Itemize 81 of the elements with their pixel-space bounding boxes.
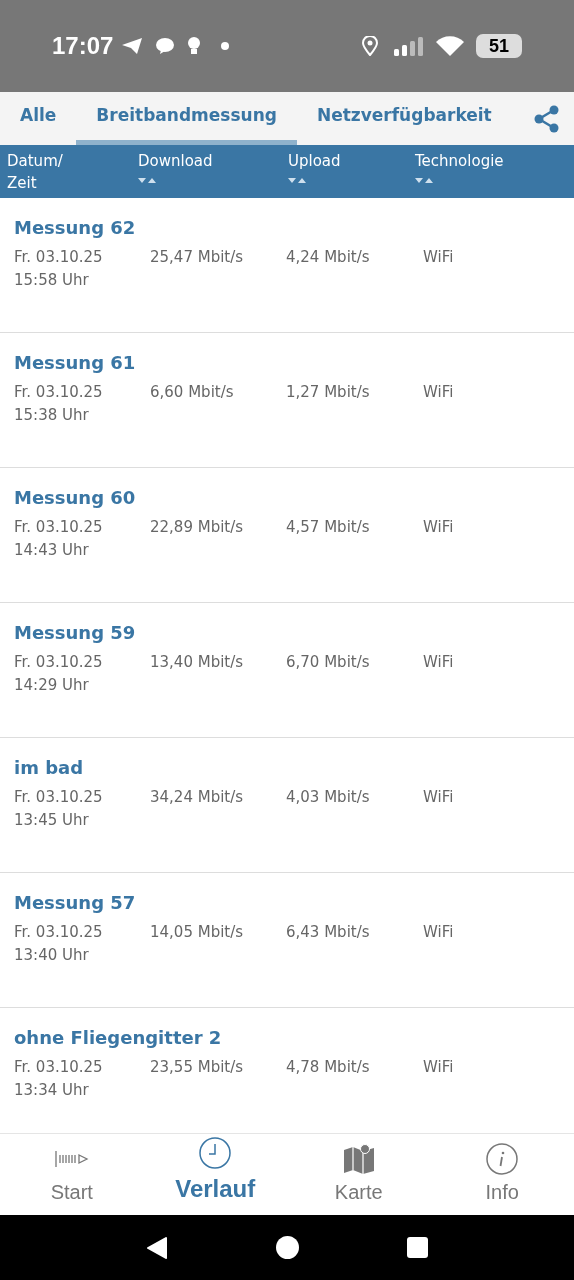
speed-scale-icon <box>54 1150 89 1168</box>
download-speed: 34,24 Mbit/s <box>150 787 244 808</box>
measurement-row[interactable]: Messung 59 Fr. 03.10.25 14:29 Uhr 13,40 Mbit/s 6,70 Mbit/s WiFi <box>0 603 574 738</box>
clock-icon <box>199 1137 232 1169</box>
info-icon <box>486 1143 519 1175</box>
measurement-row[interactable]: Messung 57 Fr. 03.10.25 13:40 Uhr 14,05 Mbit/s 6,43 Mbit/s WiFi <box>0 873 574 1008</box>
nav-label: Verlauf <box>175 1174 256 1204</box>
download-speed: 25,47 Mbit/s <box>150 247 244 268</box>
upload-speed: 4,24 Mbit/s <box>286 247 370 268</box>
share-icon[interactable] <box>534 105 560 133</box>
measurement-title: im bad <box>14 756 84 780</box>
date-text: Fr. 03.10.25 <box>14 247 103 268</box>
battery-indicator: 51 <box>476 34 522 58</box>
measurement-row[interactable]: Messung 60 Fr. 03.10.25 14:43 Uhr 22,89 Mbit/s 4,57 Mbit/s WiFi <box>0 468 574 603</box>
paper-plane-icon <box>121 37 144 55</box>
home-icon[interactable] <box>276 1236 299 1259</box>
time-text: 13:34 Uhr <box>14 1080 89 1101</box>
time-text: 15:38 Uhr <box>14 405 89 426</box>
nav-label: Karte <box>334 1180 383 1205</box>
map-icon <box>342 1144 375 1174</box>
nav-label: Info <box>485 1180 519 1205</box>
time-text: 15:58 Uhr <box>14 270 89 291</box>
measurement-title: Messung 62 <box>14 216 136 240</box>
time-text: 14:43 Uhr <box>14 540 89 561</box>
signal-icon <box>394 36 424 56</box>
sort-icon[interactable] <box>288 176 308 184</box>
tab[interactable]: Netzverfügbarkeit <box>296 92 512 145</box>
measurement-title: Messung 57 <box>14 891 136 915</box>
measurement-title: Messung 61 <box>14 351 136 375</box>
download-speed: 22,89 Mbit/s <box>150 517 244 538</box>
recents-icon[interactable] <box>407 1237 428 1258</box>
chat-bubble-icon <box>155 37 176 55</box>
download-speed: 13,40 Mbit/s <box>150 652 244 673</box>
column-heading[interactable]: Download <box>138 150 213 172</box>
back-icon[interactable] <box>146 1235 168 1260</box>
nav-tab[interactable]: Start <box>0 1134 144 1215</box>
date-text: Fr. 03.10.25 <box>14 787 103 808</box>
date-text: Fr. 03.10.25 <box>14 652 103 673</box>
upload-speed: 6,70 Mbit/s <box>286 652 370 673</box>
time-text: 13:45 Uhr <box>14 810 89 831</box>
date-text: Fr. 03.10.25 <box>14 922 103 943</box>
time-text: 13:40 Uhr <box>14 945 89 966</box>
nav-label: Start <box>50 1180 93 1205</box>
wifi-icon <box>436 36 464 56</box>
download-speed: 23,55 Mbit/s <box>150 1057 244 1078</box>
upload-speed: 4,03 Mbit/s <box>286 787 370 808</box>
technology-text: WiFi <box>423 247 454 268</box>
technology-text: WiFi <box>423 382 454 403</box>
sort-icon[interactable] <box>415 176 435 184</box>
technology-text: WiFi <box>423 652 454 673</box>
nav-tab[interactable]: Karte <box>287 1134 431 1215</box>
upload-speed: 4,57 Mbit/s <box>286 517 370 538</box>
clock-time: 17:07 <box>52 31 114 61</box>
column-heading[interactable]: Technologie <box>415 150 504 172</box>
location-pin-icon <box>362 36 378 56</box>
measurement-row[interactable]: im bad Fr. 03.10.25 13:45 Uhr 34,24 Mbit/s 4,03 Mbit/s WiFi <box>0 738 574 873</box>
nav-tab[interactable]: Verlauf <box>143 1134 287 1215</box>
sort-icon[interactable] <box>138 176 158 184</box>
date-text: Fr. 03.10.25 <box>14 382 103 403</box>
time-text: 14:29 Uhr <box>14 675 89 696</box>
download-speed: 6,60 Mbit/s <box>150 382 234 403</box>
bulb-icon <box>187 36 202 56</box>
column-heading[interactable]: Upload <box>288 150 341 172</box>
technology-text: WiFi <box>423 517 454 538</box>
measurement-title: Messung 59 <box>14 621 136 645</box>
technology-text: WiFi <box>423 1057 454 1078</box>
upload-speed: 1,27 Mbit/s <box>286 382 370 403</box>
tab[interactable]: Alle <box>0 92 77 145</box>
technology-text: WiFi <box>423 922 454 943</box>
column-heading: Datum/ Zeit <box>7 151 63 194</box>
measurement-row[interactable]: Messung 61 Fr. 03.10.25 15:38 Uhr 6,60 Mbit/s 1,27 Mbit/s WiFi <box>0 333 574 468</box>
measurement-title: Messung 60 <box>14 486 136 510</box>
upload-speed: 6,43 Mbit/s <box>286 922 370 943</box>
measurement-row[interactable]: Messung 62 Fr. 03.10.25 15:58 Uhr 25,47 Mbit/s 4,24 Mbit/s WiFi <box>0 198 574 333</box>
nav-tab[interactable]: Info <box>430 1134 574 1215</box>
measurement-title: ohne Fliegengitter 2 <box>14 1026 222 1050</box>
download-speed: 14,05 Mbit/s <box>150 922 244 943</box>
date-text: Fr. 03.10.25 <box>14 1057 103 1078</box>
upload-speed: 4,78 Mbit/s <box>286 1057 370 1078</box>
technology-text: WiFi <box>423 787 454 808</box>
date-text: Fr. 03.10.25 <box>14 517 103 538</box>
